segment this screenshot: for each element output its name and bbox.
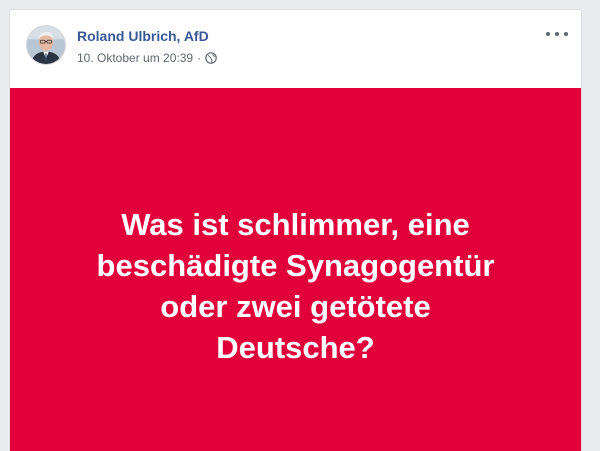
more-options-icon[interactable]	[546, 27, 568, 41]
post-card: Roland Ulbrich, AfD 10. Oktober um 20:39…	[9, 9, 582, 451]
author-avatar[interactable]	[26, 25, 66, 65]
post-meta: 10. Oktober um 20:39 ·	[77, 51, 217, 65]
globe-icon[interactable]	[205, 52, 217, 64]
more-options-dot	[564, 32, 568, 36]
more-options-dot	[546, 32, 550, 36]
meta-separator: ·	[197, 51, 202, 65]
avatar-image	[27, 26, 65, 64]
post-image[interactable]: Was ist schlimmer, eine beschädigte Syna…	[10, 88, 581, 451]
author-name-link[interactable]: Roland Ulbrich, AfD	[77, 28, 209, 44]
post-header: Roland Ulbrich, AfD 10. Oktober um 20:39…	[10, 10, 581, 87]
post-timestamp[interactable]: 10. Oktober um 20:39	[77, 51, 193, 65]
post-image-text: Was ist schlimmer, eine beschädigte Syna…	[96, 207, 495, 365]
more-options-dot	[555, 32, 559, 36]
